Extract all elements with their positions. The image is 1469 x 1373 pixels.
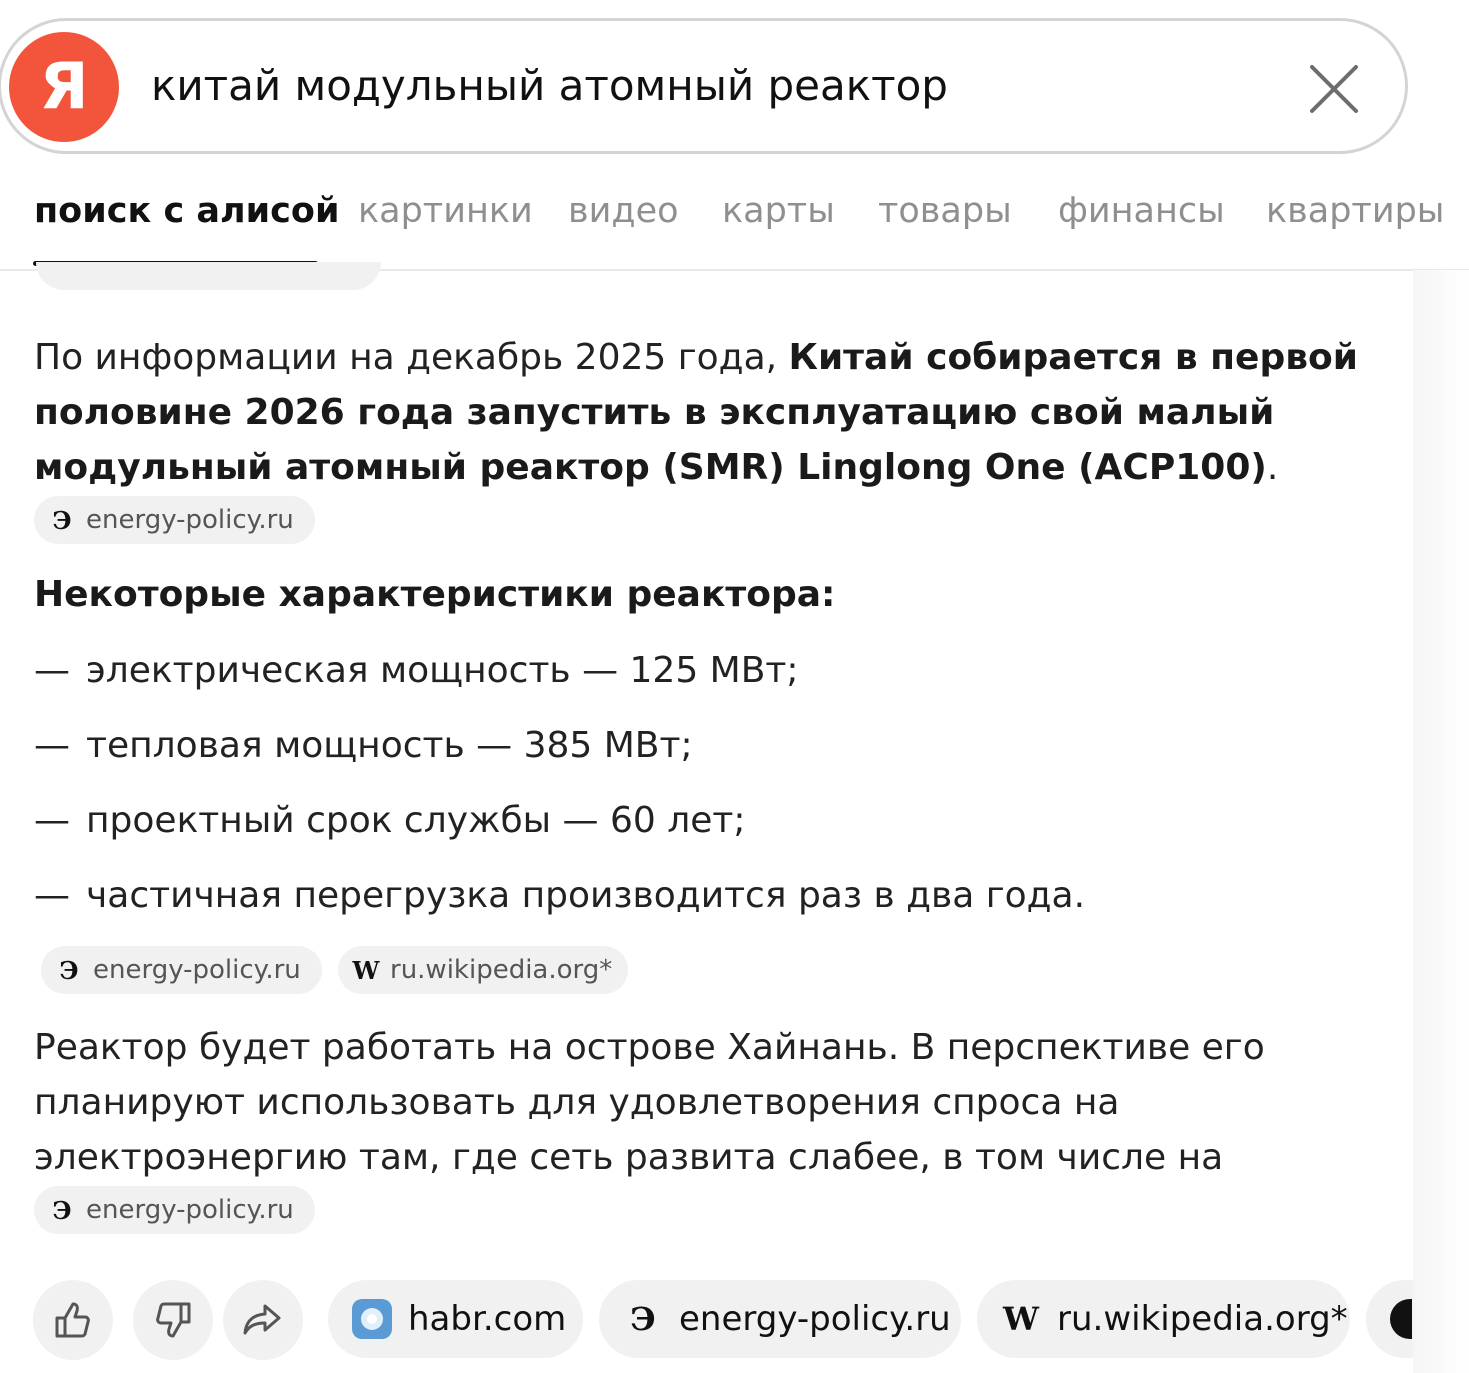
yandex-logo[interactable]: Я — [9, 32, 119, 142]
list-item: — проектный срок службы — 60 лет; — [34, 800, 746, 841]
tab-finance[interactable]: финансы — [1058, 191, 1225, 231]
tab-alice-search[interactable]: поиск с алисой — [34, 191, 339, 231]
source-link-more[interactable] — [1366, 1280, 1413, 1358]
like-button[interactable] — [33, 1280, 113, 1360]
source-label: habr.com — [408, 1299, 567, 1339]
dislike-button[interactable] — [133, 1280, 213, 1360]
source-label: energy-policy.ru — [93, 955, 301, 985]
next-source-icon — [1390, 1299, 1412, 1339]
search-input[interactable]: китай модульный атомный реактор — [151, 61, 948, 110]
energy-policy-icon: Э — [59, 955, 79, 985]
tab-apartments[interactable]: квартиры — [1266, 191, 1444, 231]
energy-policy-icon: Э — [52, 505, 72, 535]
habr-icon — [352, 1299, 392, 1339]
energy-policy-icon: Э — [52, 1195, 72, 1225]
scroll-shade — [1413, 270, 1469, 1373]
tab-products[interactable]: товары — [878, 191, 1012, 231]
share-button[interactable] — [223, 1280, 303, 1360]
intro-end: . — [1266, 447, 1279, 488]
source-link-habr[interactable]: habr.com — [328, 1280, 583, 1358]
source-label: ru.wikipedia.org* — [390, 955, 613, 985]
source-chip[interactable]: Э energy-policy.ru — [41, 946, 322, 994]
close-icon[interactable] — [1306, 61, 1362, 117]
source-label: energy-policy.ru — [86, 505, 294, 535]
intro-text: По информации на декабрь 2025 года, — [34, 337, 789, 378]
source-chip[interactable]: W ru.wikipedia.org* — [338, 946, 628, 994]
tab-maps[interactable]: карты — [722, 191, 835, 231]
source-chip[interactable]: Э energy-policy.ru — [34, 496, 315, 544]
search-bar[interactable]: Я китай модульный атомный реактор — [0, 18, 1408, 154]
source-label: ru.wikipedia.org* — [1057, 1299, 1348, 1339]
section-heading: Некоторые характеристики реактора: — [34, 574, 836, 615]
energy-policy-icon: Э — [630, 1300, 656, 1338]
collapsed-card-edge — [36, 262, 381, 290]
list-item: — электрическая мощность — 125 МВт; — [34, 650, 799, 691]
source-chip[interactable]: Э energy-policy.ru — [34, 1186, 315, 1234]
thumbs-down-icon — [156, 1302, 191, 1338]
list-item: — частичная перегрузка производится раз в… — [34, 875, 1086, 916]
tab-images[interactable]: картинки — [358, 191, 533, 231]
wikipedia-icon: W — [352, 955, 380, 985]
source-link-wikipedia[interactable]: W ru.wikipedia.org* — [977, 1280, 1350, 1358]
share-icon — [243, 1304, 281, 1335]
search-tabs: поиск с алисой картинки видео карты това… — [0, 165, 1469, 271]
list-item: — тепловая мощность — 385 МВт; — [34, 725, 693, 766]
source-link-energy-policy[interactable]: Э energy-policy.ru — [599, 1280, 961, 1358]
source-label: energy-policy.ru — [679, 1299, 951, 1339]
source-label: energy-policy.ru — [86, 1195, 294, 1225]
tab-video[interactable]: видео — [568, 191, 679, 231]
wikipedia-icon: W — [1003, 1300, 1039, 1338]
answer-intro: По информации на декабрь 2025 года, Кита… — [34, 330, 1394, 495]
thumbs-up-icon — [55, 1302, 90, 1338]
